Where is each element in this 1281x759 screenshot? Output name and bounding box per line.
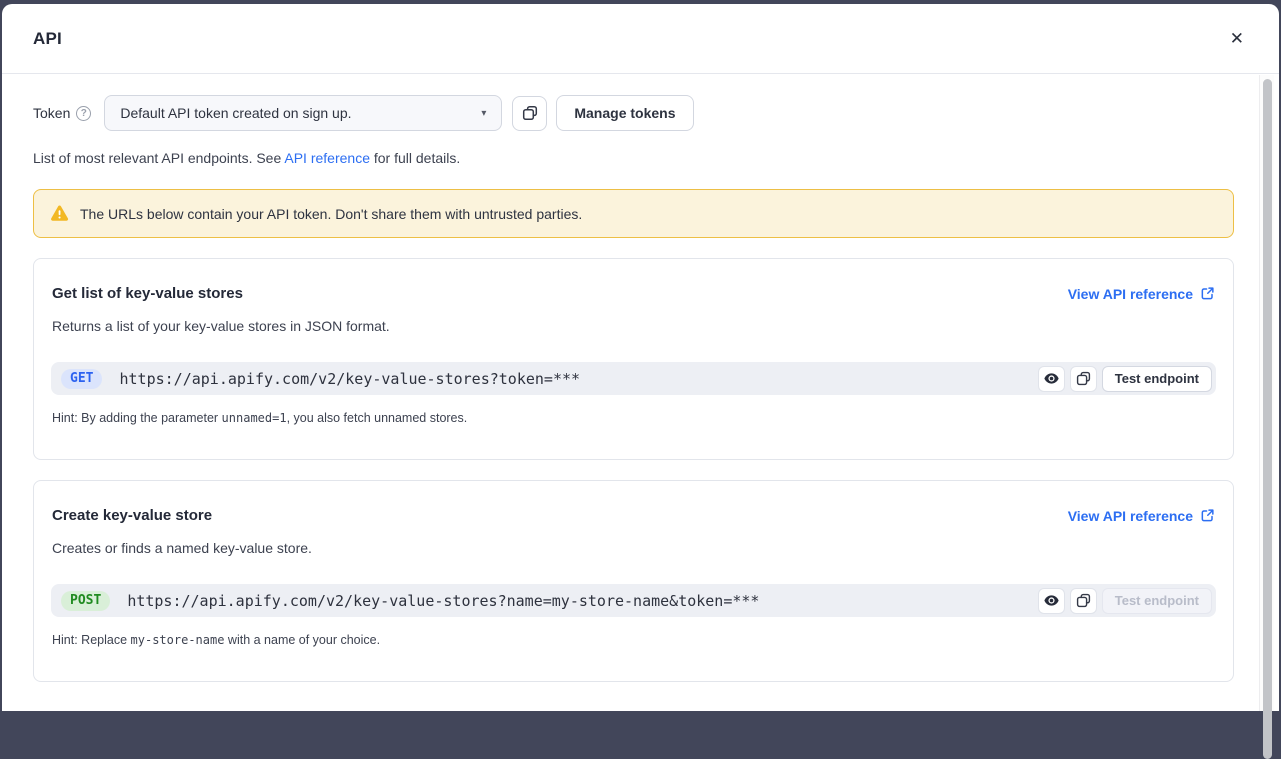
copy-icon (1076, 593, 1091, 608)
card-hint: Hint: Replace my-store-name with a name … (51, 633, 1216, 647)
hint-code: unnamed=1 (222, 411, 287, 425)
close-button[interactable]: ✕ (1226, 26, 1248, 51)
copy-icon (522, 105, 538, 121)
endpoint-card-get-list: Get list of key-value stores View API re… (33, 258, 1234, 460)
scrollbar-thumb[interactable] (1263, 79, 1272, 759)
eye-icon (1043, 592, 1060, 609)
card-description: Returns a list of your key-value stores … (51, 318, 1216, 334)
page-title: API (33, 29, 62, 49)
eye-icon (1043, 370, 1060, 387)
external-link-icon (1200, 286, 1215, 301)
token-select-value: Default API token created on sign up. (120, 105, 351, 121)
endpoint-card-create-store: Create key-value store View API referenc… (33, 480, 1234, 682)
endpoint-url-bar: GET https://api.apify.com/v2/key-value-s… (51, 362, 1216, 395)
reveal-token-button[interactable] (1038, 366, 1065, 392)
card-description: Creates or finds a named key-value store… (51, 540, 1216, 556)
api-reference-link[interactable]: API reference (284, 150, 370, 166)
endpoint-url-bar: POST https://api.apify.com/v2/key-value-… (51, 584, 1216, 617)
hint-code: my-store-name (131, 633, 225, 647)
scrollbar-track (1259, 75, 1274, 711)
view-api-reference-link[interactable]: View API reference (1068, 508, 1215, 524)
card-title: Get list of key-value stores (52, 285, 243, 302)
warning-text: The URLs below contain your API token. D… (80, 206, 582, 222)
card-hint: Hint: By adding the parameter unnamed=1,… (51, 411, 1216, 425)
view-api-reference-link[interactable]: View API reference (1068, 286, 1215, 302)
modal-header: API ✕ (2, 4, 1279, 74)
api-modal: API ✕ Token ? Default API token created … (2, 4, 1279, 711)
copy-url-button[interactable] (1070, 588, 1097, 614)
endpoint-url: https://api.apify.com/v2/key-value-store… (127, 592, 1037, 610)
copy-token-button[interactable] (512, 96, 547, 131)
method-badge: GET (61, 369, 102, 389)
copy-icon (1076, 371, 1091, 386)
warning-banner: The URLs below contain your API token. D… (33, 189, 1234, 238)
token-label: Token (33, 105, 70, 121)
manage-tokens-button[interactable]: Manage tokens (556, 95, 693, 131)
chevron-down-icon: ▾ (481, 108, 486, 119)
method-badge: POST (61, 591, 110, 611)
test-endpoint-button[interactable]: Test endpoint (1102, 588, 1212, 614)
modal-body: Token ? Default API token created on sig… (2, 74, 1279, 682)
external-link-icon (1200, 508, 1215, 523)
endpoint-url: https://api.apify.com/v2/key-value-store… (119, 370, 1037, 388)
card-title: Create key-value store (52, 507, 212, 524)
token-row: Token ? Default API token created on sig… (33, 95, 1234, 131)
close-icon: ✕ (1230, 29, 1244, 48)
warning-triangle-icon (50, 205, 69, 222)
test-endpoint-button[interactable]: Test endpoint (1102, 366, 1212, 392)
reveal-token-button[interactable] (1038, 588, 1065, 614)
help-circle-icon[interactable]: ? (76, 106, 91, 121)
copy-url-button[interactable] (1070, 366, 1097, 392)
intro-text: List of most relevant API endpoints. See… (33, 150, 1234, 166)
token-select[interactable]: Default API token created on sign up. ▾ (104, 95, 502, 131)
